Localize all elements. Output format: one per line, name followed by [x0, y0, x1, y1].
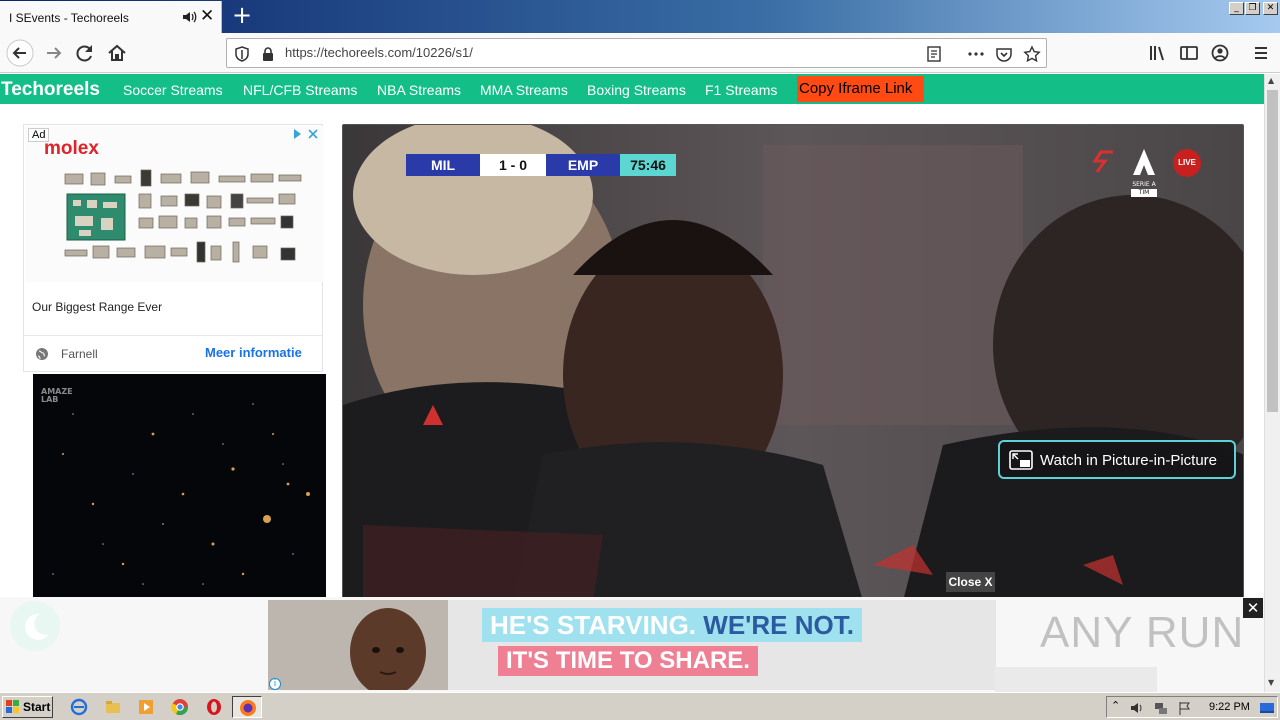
- adchoices-icon[interactable]: [292, 127, 322, 141]
- picture-in-picture-icon: [1009, 450, 1033, 470]
- away-team-label: EMP: [546, 154, 620, 176]
- scroll-up-arrow-icon[interactable]: ▲: [1268, 76, 1274, 85]
- page-scrollbar[interactable]: ▲ ▼: [1264, 74, 1280, 692]
- forward-button[interactable]: [40, 39, 68, 67]
- tracking-protection-icon[interactable]: [233, 45, 251, 63]
- home-team-label: MIL: [406, 154, 480, 176]
- amaze-lab-logo: AMAZE LAB: [41, 387, 73, 404]
- close-banner-button[interactable]: ✕: [1243, 598, 1263, 618]
- close-tab-icon[interactable]: ✕: [200, 7, 214, 25]
- action-center-flag-icon[interactable]: [1177, 700, 1193, 716]
- url-bar[interactable]: https://techoreels.com/10226/s1/: [226, 38, 1047, 68]
- galaxy-field-image: [52, 403, 310, 585]
- tim-text: TIM: [1131, 189, 1157, 197]
- pip-label: Watch in Picture-in-Picture: [1040, 452, 1217, 469]
- dark-mode-toggle[interactable]: [10, 601, 60, 651]
- minimize-window-button[interactable]: _: [1229, 2, 1244, 15]
- globe-icon: [36, 348, 48, 360]
- nav-link-boxing[interactable]: Boxing Streams: [587, 82, 686, 98]
- firefox-icon: [240, 700, 256, 716]
- system-tray: ⌃ 9:22 PM: [1106, 696, 1278, 718]
- internet-explorer-icon[interactable]: [70, 698, 88, 716]
- network-icon[interactable]: [1153, 700, 1169, 716]
- nav-link-soccer[interactable]: Soccer Streams: [123, 82, 223, 98]
- ad-badge: Ad: [28, 128, 50, 142]
- file-explorer-icon[interactable]: [104, 698, 122, 716]
- media-player-icon[interactable]: [137, 698, 155, 716]
- back-button[interactable]: [6, 39, 34, 67]
- speaker-icon[interactable]: [181, 9, 197, 25]
- start-button[interactable]: Start: [2, 696, 53, 718]
- banner-headline-2: IT'S TIME TO SHARE.: [498, 646, 758, 676]
- match-clock-label: 75:46: [620, 154, 676, 176]
- padlock-icon[interactable]: [259, 45, 277, 63]
- scroll-down-arrow-icon[interactable]: ▼: [1268, 678, 1274, 687]
- tab-strip: I SEvents - Techoreels ✕ + _ ❐ ✕: [0, 0, 1280, 33]
- serie-a-badge: SERIE A TIM: [1127, 147, 1161, 197]
- navigation-toolbar: https://techoreels.com/10226/s1/: [0, 33, 1280, 73]
- picture-in-picture-button[interactable]: Watch in Picture-in-Picture: [998, 440, 1236, 479]
- ad-product-image[interactable]: molex: [25, 126, 323, 282]
- score-label: 1 - 0: [480, 154, 546, 176]
- start-label: Start: [23, 700, 51, 714]
- connectors-image: [64, 169, 302, 263]
- url-text[interactable]: https://techoreels.com/10226/s1/: [285, 45, 473, 60]
- nav-link-f1[interactable]: F1 Streams: [705, 82, 777, 98]
- menu-icon[interactable]: [1247, 39, 1275, 67]
- banner-echo-strip: [995, 667, 1157, 692]
- serie-a-logo-icon: [1133, 149, 1155, 175]
- tab-title: I SEvents - Techoreels: [9, 11, 129, 25]
- banner-headline-1: HE'S STARVING. WE'RE NOT.: [482, 608, 862, 642]
- ad-headline[interactable]: Our Biggest Range Ever: [32, 300, 162, 314]
- child-photo: [268, 600, 448, 690]
- tray-expand-icon[interactable]: ⌃: [1111, 699, 1120, 712]
- copy-iframe-link-button[interactable]: Copy Iframe Link: [797, 76, 924, 102]
- home-button[interactable]: [103, 39, 131, 67]
- nav-link-nfl[interactable]: NFL/CFB Streams: [243, 82, 357, 98]
- sidebar-icon[interactable]: [1175, 39, 1203, 67]
- bookmark-star-icon[interactable]: [1023, 45, 1041, 63]
- reload-button[interactable]: [71, 39, 99, 67]
- live-badge: LIVE: [1173, 149, 1201, 177]
- serie-a-text: SERIE A: [1132, 181, 1156, 188]
- ad-divider: [24, 335, 322, 336]
- new-tab-button[interactable]: +: [230, 3, 254, 28]
- supersport-logo-icon: [1092, 150, 1113, 173]
- page-actions-icon[interactable]: [967, 45, 985, 63]
- bottom-banner-ad[interactable]: HE'S STARVING. WE'RE NOT. IT'S TIME TO S…: [268, 600, 996, 690]
- windows-taskbar: Start ⌃ 9:22 PM: [0, 692, 1280, 720]
- taskbar-clock[interactable]: 9:22 PM: [1209, 701, 1250, 713]
- windows-logo-icon: [6, 700, 19, 713]
- opera-icon[interactable]: [205, 698, 223, 716]
- pocket-icon[interactable]: [995, 45, 1013, 63]
- site-navbar: Techoreels Soccer Streams NFL/CFB Stream…: [0, 74, 1264, 104]
- library-icon[interactable]: [1144, 39, 1172, 67]
- site-brand[interactable]: Techoreels: [1, 79, 100, 101]
- nav-link-mma[interactable]: MMA Streams: [480, 82, 568, 98]
- restore-window-button[interactable]: ❐: [1245, 2, 1260, 15]
- close-overlay-button[interactable]: Close X: [946, 572, 995, 592]
- ad-info-icon[interactable]: i: [269, 678, 281, 690]
- chrome-icon[interactable]: [171, 698, 189, 716]
- anyrun-watermark: ANY RUN: [1040, 608, 1245, 657]
- reader-view-icon[interactable]: [925, 45, 943, 63]
- molex-logo: molex: [44, 138, 99, 159]
- account-icon[interactable]: [1206, 39, 1234, 67]
- video-frame: [343, 125, 1243, 599]
- nav-link-nba[interactable]: NBA Streams: [377, 82, 461, 98]
- browser-tab[interactable]: I SEvents - Techoreels ✕: [0, 1, 222, 33]
- scrollbar-thumb[interactable]: [1267, 90, 1278, 412]
- moon-icon: [25, 613, 49, 640]
- firefox-taskbar-button[interactable]: [232, 696, 262, 718]
- volume-icon[interactable]: [1129, 700, 1145, 716]
- video-player[interactable]: MIL 1 - 0 EMP 75:46 SERIE A TIM LIVE Wat…: [342, 124, 1244, 600]
- show-desktop-icon[interactable]: [1259, 700, 1275, 716]
- ad-cta-link[interactable]: Meer informatie: [205, 345, 302, 360]
- space-ad-image[interactable]: AMAZE LAB: [33, 374, 326, 600]
- close-window-button[interactable]: ✕: [1263, 2, 1278, 15]
- ad-advertiser[interactable]: Farnell: [61, 347, 98, 361]
- sidebar-ad[interactable]: molex Ad Our Biggest Range Ever Farnell …: [23, 124, 323, 372]
